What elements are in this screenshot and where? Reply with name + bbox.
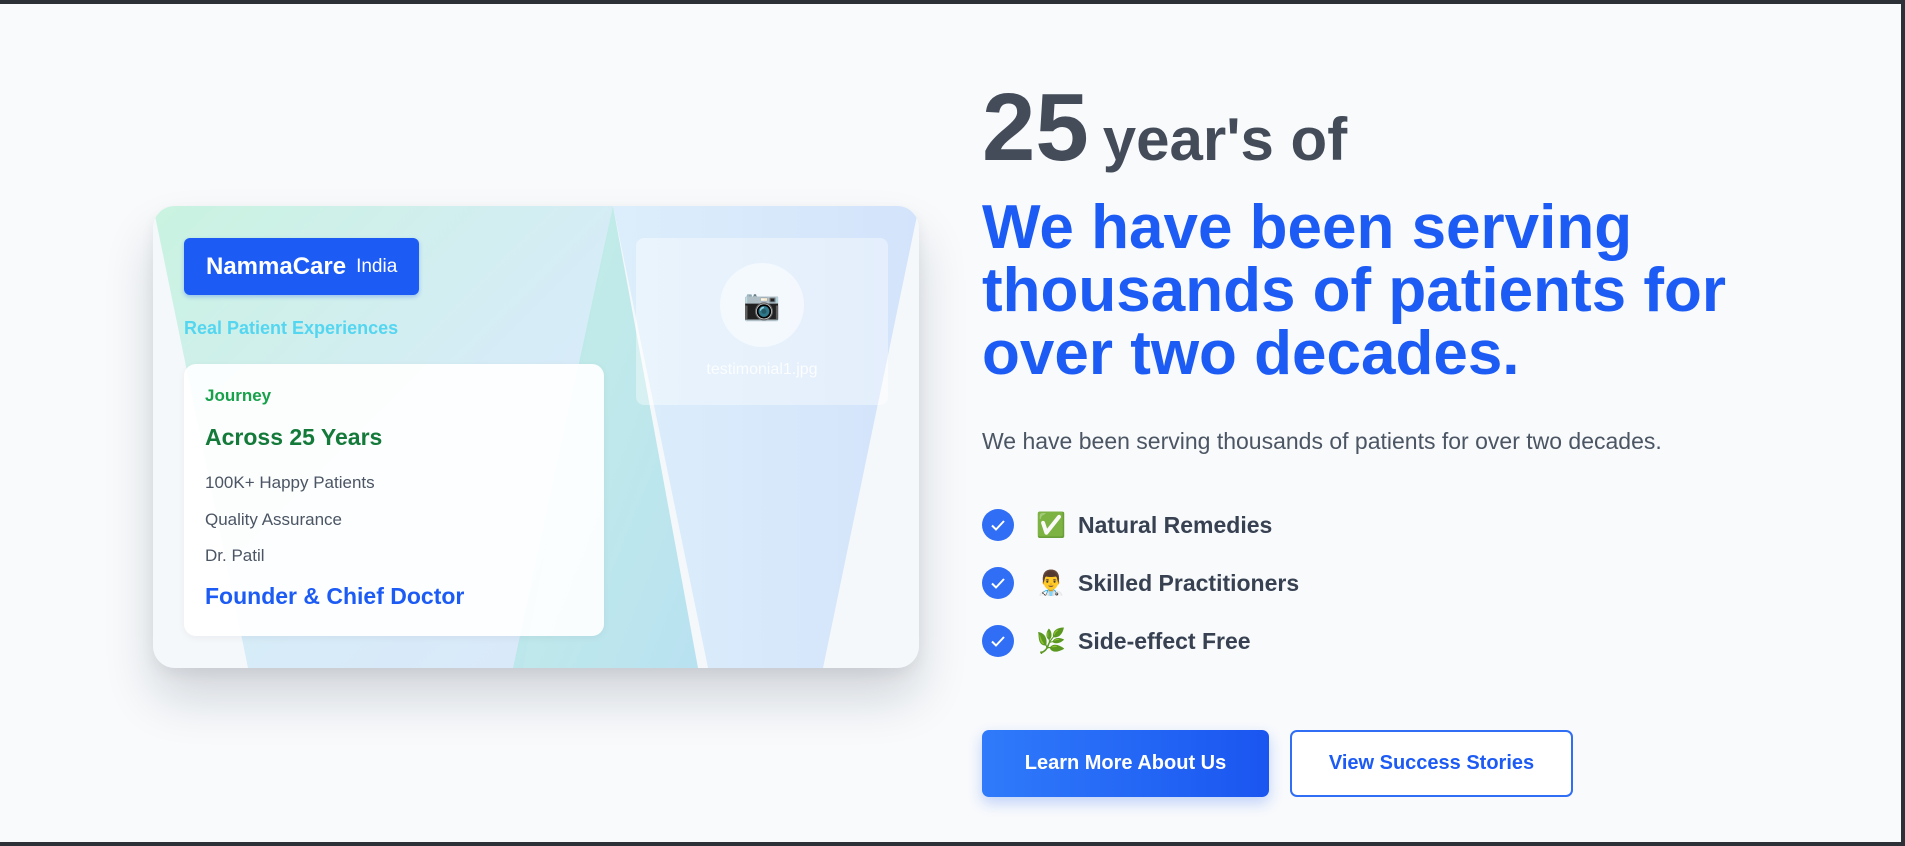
photo-placeholder: 📷 testimonial1.jpg: [636, 238, 888, 405]
hero-headline: We have been serving thousands of patien…: [982, 193, 1726, 388]
hero-description: We have been serving thousands of patien…: [982, 428, 1662, 454]
check-circle-icon: [982, 625, 1014, 657]
brand-badge: NammaCare India: [184, 238, 420, 295]
learn-more-button[interactable]: Learn More About Us: [982, 730, 1269, 797]
years-text: year's of: [1102, 106, 1348, 173]
brand-name: NammaCare: [206, 252, 347, 280]
info-line-patients: 100K+ Happy Patients: [205, 473, 375, 492]
check-box-icon: ✅: [1036, 511, 1066, 539]
journey-label: Journey: [205, 386, 272, 405]
feature-item-natural-remedies: ✅ Natural Remedies: [982, 508, 1272, 542]
journey-heading: Across 25 Years: [205, 424, 383, 450]
feature-label: Natural Remedies: [1078, 511, 1273, 538]
years-number: 25: [982, 74, 1089, 181]
window-right-border: [1901, 0, 1905, 846]
window-bottom-border: [0, 842, 1905, 846]
feature-label: Side-effect Free: [1078, 627, 1251, 654]
check-circle-icon: [982, 509, 1014, 541]
doctor-icon: 👨‍⚕️: [1036, 569, 1066, 597]
feature-label: Skilled Practitioners: [1078, 569, 1300, 596]
doctor-role: Founder & Chief Doctor: [205, 583, 465, 609]
check-circle-icon: [982, 567, 1014, 599]
feature-item-skilled-practitioners: 👨‍⚕️ Skilled Practitioners: [982, 566, 1299, 600]
brand-country: India: [356, 255, 398, 277]
card-subtitle: Real Patient Experiences: [184, 318, 399, 338]
info-panel: Journey Across 25 Years 100K+ Happy Pati…: [184, 364, 604, 636]
herb-icon: 🌿: [1036, 627, 1066, 655]
testimonial-card: NammaCare India Real Patient Experiences…: [153, 206, 919, 668]
camera-icon: 📷: [720, 263, 804, 347]
view-success-stories-button[interactable]: View Success Stories: [1290, 730, 1573, 797]
feature-item-side-effect-free: 🌿 Side-effect Free: [982, 624, 1251, 658]
window-top-border: [0, 0, 1905, 4]
info-line-doctor: Dr. Patil: [205, 546, 265, 565]
info-line-quality: Quality Assurance: [205, 510, 343, 529]
years-title: 25 year's of: [982, 80, 1347, 176]
photo-filename: testimonial1.jpg: [706, 361, 818, 378]
